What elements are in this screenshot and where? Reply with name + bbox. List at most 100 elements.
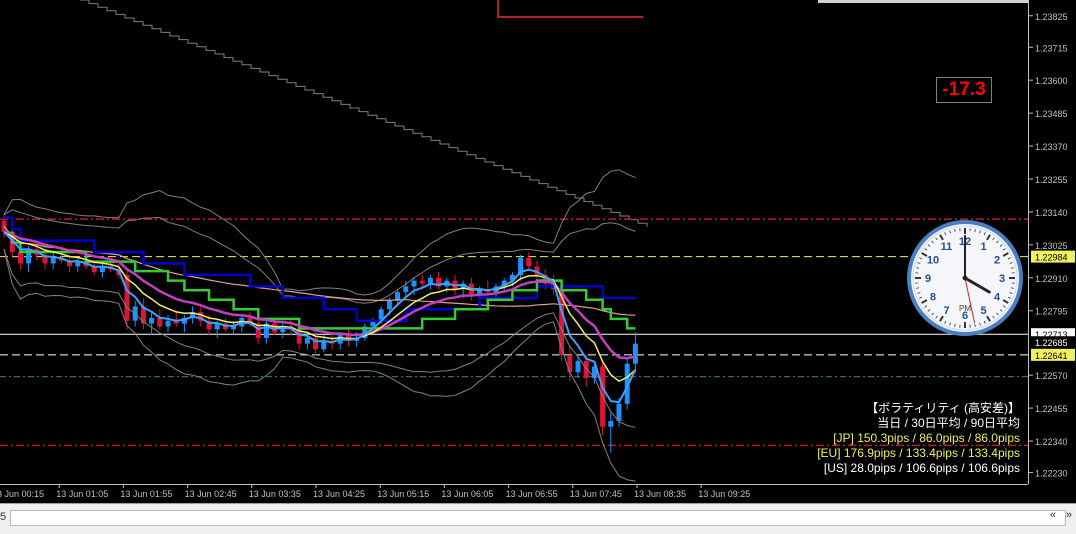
clock-number: 4 (994, 292, 1001, 304)
price-tick-label: 1.22910 (1035, 274, 1068, 284)
price-tick-label: 1.23600 (1035, 76, 1068, 86)
price-tick-label: 1.23825 (1035, 12, 1068, 22)
time-axis-svg: 13 Jun 00:15 13 Jun 01:05 13 Jun 01:55 13 J… (0, 485, 1028, 503)
candle (518, 255, 523, 281)
top-corner-panel (818, 0, 1028, 3)
price-axis-svg: 1.238251.237151.236001.234851.233701.232… (1029, 0, 1076, 484)
candle-body (576, 361, 581, 372)
scroll-left-label: 5 (0, 511, 6, 523)
clock-center-pin (963, 276, 968, 281)
chart-plot-area[interactable]: -17.3 121234567891011PM 【ボラティリティ (高安差)】 … (0, 0, 1028, 484)
time-tick-label: 13 Jun 04:25 (313, 489, 365, 499)
price-label-text: 1.22984 (1035, 253, 1068, 263)
candle-body (18, 252, 23, 263)
clock-number: 1 (980, 241, 986, 253)
candle (600, 361, 605, 435)
price-label-text: 1.22685 (1035, 338, 1068, 348)
candle (526, 252, 531, 269)
bollinger-lower-band (4, 249, 635, 481)
clock-number: 2 (994, 255, 1000, 267)
candle (190, 306, 195, 323)
candle-body (166, 321, 171, 327)
candle (264, 321, 269, 344)
price-tick-label: 1.22455 (1035, 404, 1068, 414)
time-tick-label: 13 Jun 09:25 (698, 489, 750, 499)
candle (494, 284, 499, 298)
price-tick-label: 1.23140 (1035, 208, 1068, 218)
price-tick-label: 1.23025 (1035, 241, 1068, 251)
candle-body (608, 421, 613, 427)
candle (75, 258, 80, 272)
clock-number: 9 (925, 273, 931, 285)
price-label-text: 1.22641 (1035, 351, 1068, 361)
time-tick-label: 13 Jun 03:35 (249, 489, 301, 499)
price-axis[interactable]: 1.238251.237151.236001.234851.233701.232… (1028, 0, 1076, 484)
candle-body (584, 361, 589, 378)
clock-number: 8 (930, 292, 936, 304)
candle (51, 252, 56, 269)
candle (436, 272, 441, 289)
time-tick-label: 13 Jun 05:15 (377, 489, 429, 499)
candle (141, 298, 146, 330)
clock-ampm: PM (959, 304, 971, 313)
price-tick-label: 1.22570 (1035, 371, 1068, 381)
time-axis[interactable]: 13 Jun 00:15 13 Jun 01:05 13 Jun 01:55 13 J… (0, 484, 1028, 503)
volatility-title: 【ボラティリティ (高安差)】 (817, 401, 1020, 416)
volatility-eu: [EU] 176.9pips / 133.4pips / 133.4pips (817, 446, 1020, 461)
analog-clock: 121234567891011PM (906, 219, 1024, 337)
time-tick-label: 13 Jun 07:45 (570, 489, 622, 499)
candle-body (149, 318, 154, 324)
candle-body (420, 281, 425, 284)
clock-number: 10 (927, 255, 939, 267)
candle (149, 312, 154, 335)
price-tick-label: 1.22230 (1035, 469, 1068, 479)
candle (485, 281, 490, 295)
descending-trend-line (80, 0, 647, 227)
candle (608, 412, 613, 452)
price-tick-label: 1.23255 (1035, 175, 1068, 185)
candle-body (387, 301, 392, 310)
clock-number: 7 (943, 305, 949, 317)
time-tick-label: 13 Jun 01:05 (56, 489, 108, 499)
time-tick-label: 13 Jun 02:45 (185, 489, 237, 499)
price-tick-label: 1.22795 (1035, 307, 1068, 317)
time-tick-label: 13 Jun 06:05 (441, 489, 493, 499)
candle-body (412, 281, 417, 287)
resistance-box-line (498, 0, 643, 17)
candle (256, 318, 261, 344)
pnl-value: -17.3 (936, 77, 992, 103)
candle-body (567, 355, 572, 372)
chart-scrollbar-bar: 5 « » (0, 503, 1076, 534)
candle (182, 315, 187, 332)
candle (174, 312, 179, 326)
candle-body (526, 258, 531, 267)
candle-body (157, 318, 162, 327)
candle-body (617, 404, 622, 421)
candle-body (633, 344, 638, 364)
candle-body (125, 275, 130, 321)
clock-number: 3 (999, 273, 1005, 285)
time-tick-label: 13 Jun 06:55 (506, 489, 558, 499)
candle-body (305, 338, 310, 344)
time-tick-label: 13 Jun 01:55 (120, 489, 172, 499)
horizontal-scrollbar[interactable] (10, 510, 1066, 526)
scroll-right-arrow-icon[interactable]: » (1066, 509, 1072, 521)
clock-number: 5 (980, 305, 986, 317)
candle (633, 332, 638, 372)
candle-body (428, 278, 433, 284)
volatility-us: [US] 28.0pips / 106.6pips / 106.6pips (817, 461, 1020, 476)
candle-body (403, 286, 408, 292)
price-tick-label: 1.23715 (1035, 43, 1068, 53)
ma-salmon-line (4, 226, 635, 315)
scroll-left-arrow-icon[interactable]: « (1050, 509, 1056, 521)
clock-number: 11 (941, 241, 953, 253)
candle-body (51, 258, 56, 264)
price-tick-label: 1.23370 (1035, 142, 1068, 152)
volatility-jp: [JP] 150.3pips / 86.0pips / 86.0pips (817, 431, 1020, 446)
time-tick-label: 13 Jun 08:35 (634, 489, 686, 499)
time-tick-label: 13 Jun 00:15 (0, 489, 44, 499)
candle (157, 309, 162, 329)
volatility-header: 当日 / 30日平均 / 90日平均 (817, 416, 1020, 431)
volatility-panel: 【ボラティリティ (高安差)】 当日 / 30日平均 / 90日平均 [JP] … (817, 401, 1020, 476)
candle (428, 275, 433, 289)
